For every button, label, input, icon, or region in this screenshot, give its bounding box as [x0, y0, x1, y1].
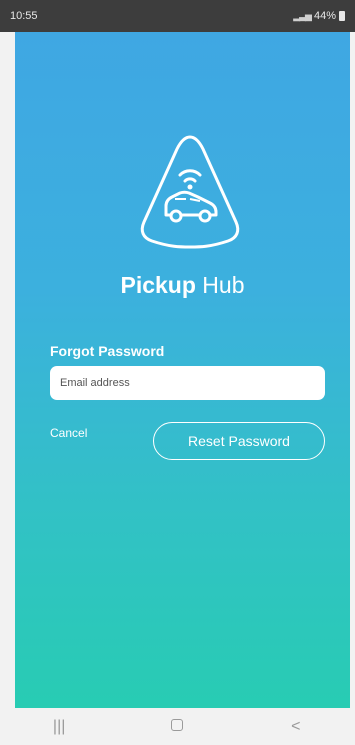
back-button[interactable]: < [266, 718, 326, 736]
signal-icon: ▂▃▅ [293, 10, 312, 21]
screen: 10:55 ▂▃▅ 44% Pickup Hub Forgot Password… [0, 0, 355, 745]
status-bar: 10:55 ▂▃▅ 44% [0, 0, 355, 32]
status-time: 10:55 [10, 10, 38, 22]
android-nav-bar: ||| < [0, 708, 355, 745]
status-right: ▂▃▅ 44% [293, 10, 345, 22]
app-title: Pickup Hub [15, 272, 350, 299]
app-background: Pickup Hub Forgot Password Cancel Reset … [15, 32, 350, 708]
cancel-button[interactable]: Cancel [50, 421, 110, 445]
home-button[interactable] [147, 718, 207, 736]
car-wifi-logo-icon [140, 135, 240, 249]
app-title-bold: Pickup [120, 272, 196, 298]
battery-icon [339, 11, 345, 21]
battery-percent: 44% [313, 10, 336, 22]
email-input[interactable] [50, 366, 325, 400]
recent-apps-button[interactable]: ||| [29, 718, 89, 736]
reset-password-button[interactable]: Reset Password [153, 422, 325, 460]
forgot-password-heading: Forgot Password [50, 343, 165, 359]
app-title-rest: Hub [202, 272, 245, 298]
home-icon [171, 718, 184, 731]
